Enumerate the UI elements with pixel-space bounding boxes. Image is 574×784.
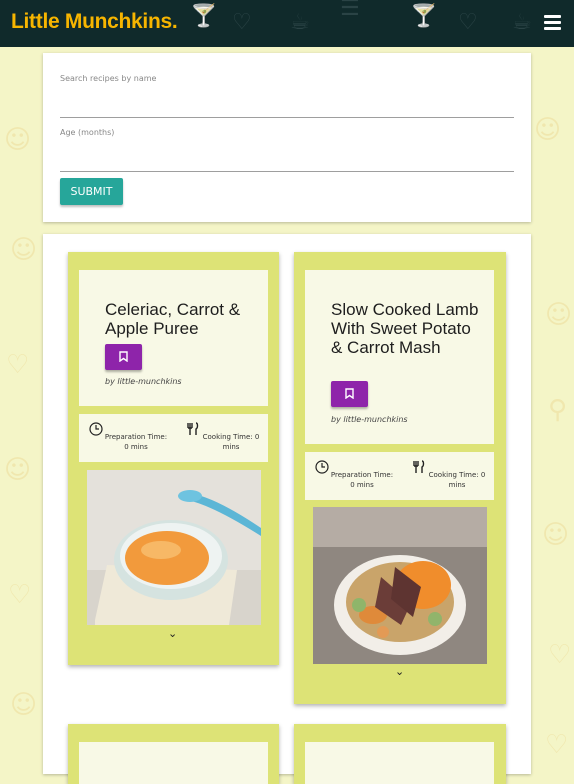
- recipe-results: Celeriac, Carrot & Apple Puree by little…: [43, 234, 531, 784]
- recipe-header: [305, 742, 494, 784]
- recipe-times: Preparation Time: 0 mins Cooking Time: 0…: [305, 452, 494, 500]
- search-form: Search recipes by name Age (months) SUBM…: [43, 53, 531, 222]
- chevron-down-icon[interactable]: ⌄: [168, 627, 177, 640]
- recipe-card: [294, 724, 506, 784]
- recipe-header: [79, 742, 268, 784]
- clock-icon: [315, 460, 329, 474]
- top-navbar: 🍸 ♡ ☕ ☰ 🍸 ♡ ☕ Little Munchkins.: [0, 0, 574, 47]
- cook-time-label: Cooking Time: 0 mins: [428, 471, 486, 489]
- puree-bowl-photo: [87, 470, 261, 625]
- age-underline: [60, 171, 514, 172]
- recipe-header: Celeriac, Carrot & Apple Puree by little…: [79, 270, 268, 406]
- name-search-label: Search recipes by name: [60, 74, 157, 83]
- submit-button[interactable]: SUBMIT: [60, 178, 123, 205]
- recipe-photo[interactable]: [87, 470, 261, 625]
- hamburger-menu-icon[interactable]: [544, 15, 561, 32]
- age-label: Age (months): [60, 128, 115, 137]
- cook-time-label: Cooking Time: 0 mins: [202, 433, 260, 451]
- recipe-card: Slow Cooked Lamb With Sweet Potato & Car…: [294, 252, 506, 704]
- recipe-title[interactable]: Celeriac, Carrot & Apple Puree: [105, 300, 255, 338]
- recipe-card: Celeriac, Carrot & Apple Puree by little…: [68, 252, 279, 665]
- name-search-underline: [60, 117, 514, 118]
- recipe-times: Preparation Time: 0 mins Cooking Time: 0…: [79, 414, 268, 462]
- clock-icon: [89, 422, 103, 436]
- age-input[interactable]: [60, 151, 518, 171]
- recipe-header: Slow Cooked Lamb With Sweet Potato & Car…: [305, 270, 494, 444]
- recipe-author: by little-munchkins: [105, 377, 182, 386]
- recipe-author: by little-munchkins: [331, 415, 408, 424]
- recipe-photo[interactable]: [313, 507, 487, 664]
- chevron-down-icon[interactable]: ⌄: [395, 665, 404, 678]
- name-search-input[interactable]: [60, 97, 518, 117]
- recipe-title[interactable]: Slow Cooked Lamb With Sweet Potato & Car…: [331, 300, 481, 357]
- bookmark-icon: [345, 388, 354, 399]
- brand-logo[interactable]: Little Munchkins.: [11, 10, 178, 34]
- bookmark-button[interactable]: [331, 381, 368, 407]
- bookmark-icon: [119, 351, 128, 362]
- bookmark-button[interactable]: [105, 344, 142, 370]
- prep-time-label: Preparation Time: 0 mins: [104, 433, 168, 451]
- prep-time-label: Preparation Time: 0 mins: [330, 471, 394, 489]
- lamb-stew-photo: [313, 507, 487, 664]
- recipe-card: [68, 724, 279, 784]
